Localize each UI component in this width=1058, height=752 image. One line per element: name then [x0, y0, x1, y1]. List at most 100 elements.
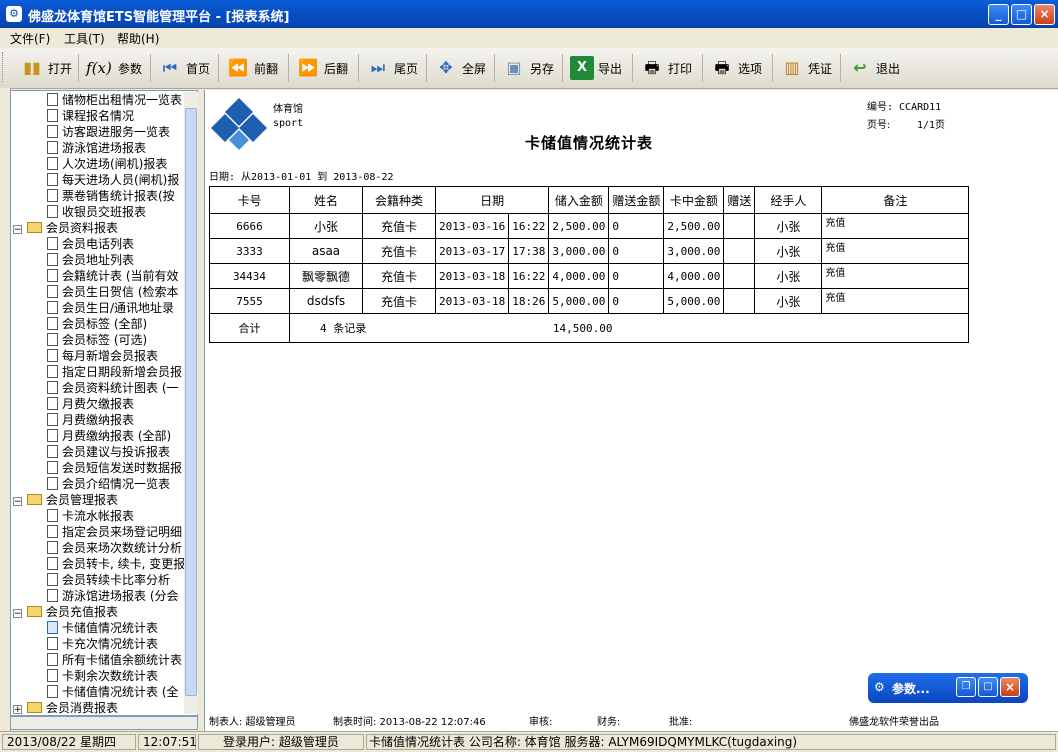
- tree-item[interactable]: 会员资料统计图表 (一: [47, 380, 179, 396]
- tree-item[interactable]: 会员标签 (全部): [47, 316, 147, 332]
- toolbar-separator: [772, 54, 773, 82]
- cell-gift: [723, 263, 756, 289]
- document-icon: [47, 541, 58, 554]
- tree-item[interactable]: 人次进场(闸机)报表: [47, 156, 167, 172]
- tree-item[interactable]: 会员生日/通讯地址录: [47, 300, 174, 316]
- menu-file[interactable]: 文件(F): [10, 30, 50, 47]
- tree-item[interactable]: 月费欠缴报表: [47, 396, 134, 412]
- cell-bonus: 0: [608, 288, 665, 314]
- tree-item[interactable]: 所有卡储值余额统计表: [47, 652, 182, 668]
- print-button[interactable]: 🖶 打印: [640, 52, 692, 84]
- tree-item[interactable]: 会员来场次数统计分析: [47, 540, 182, 556]
- tree-item[interactable]: 卡充次情况统计表: [47, 636, 158, 652]
- tree-item-label: 会员标签 (可选): [62, 333, 148, 347]
- save-as-icon: ▣: [506, 58, 522, 77]
- col-header: 日期: [434, 186, 550, 214]
- tree-item[interactable]: 会员电话列表: [47, 236, 134, 252]
- tree-item[interactable]: 会员转续卡比率分析: [47, 572, 170, 588]
- open-button[interactable]: ▮▮ 打开: [20, 52, 72, 84]
- params-popup[interactable]: ⚙ 参数... ❐ □ ×: [868, 673, 1028, 703]
- tree-item[interactable]: 会员短信发送时数据报: [47, 460, 182, 476]
- toolbar-separator: [218, 54, 219, 82]
- expand-icon[interactable]: +: [13, 705, 22, 715]
- tree-vertical-scrollbar[interactable]: [184, 92, 198, 714]
- book-icon: ▮▮: [23, 58, 41, 77]
- tree-item[interactable]: 月费缴纳报表 (全部): [47, 428, 171, 444]
- document-icon: [47, 253, 58, 266]
- tree-item[interactable]: 每月新增会员报表: [47, 348, 158, 364]
- first-page-button[interactable]: ⏮ 首页: [158, 52, 210, 84]
- tree-item[interactable]: 指定日期段新增会员报: [47, 364, 182, 380]
- tree-item-label: 会籍统计表 (当前有效: [62, 269, 179, 283]
- collapse-icon[interactable]: −: [13, 225, 22, 235]
- tree-horizontal-scrollbar[interactable]: [10, 716, 198, 730]
- maximize-button[interactable]: □: [1011, 4, 1032, 25]
- tree-item[interactable]: 卡储值情况统计表: [47, 620, 159, 636]
- tree-item[interactable]: 会员建议与投诉报表: [47, 444, 170, 460]
- tree-folder[interactable]: − 会员充值报表: [13, 604, 118, 620]
- collapse-icon[interactable]: −: [13, 497, 22, 507]
- exit-button[interactable]: ↩ 退出: [848, 52, 900, 84]
- options-button[interactable]: 🖶 选项: [710, 52, 762, 84]
- tree-item[interactable]: 会员标签 (可选): [47, 332, 147, 348]
- tree-item[interactable]: 指定会员来场登记明细: [47, 524, 182, 540]
- next-page-button[interactable]: ⏩ 后翻: [296, 52, 348, 84]
- save-as-button[interactable]: ▣ 另存: [502, 52, 554, 84]
- last-page-button[interactable]: ⏭ 尾页: [366, 52, 418, 84]
- menu-tools[interactable]: 工具(T): [64, 30, 105, 47]
- voucher-button[interactable]: ▥ 凭证: [780, 52, 832, 84]
- tree-item[interactable]: 会籍统计表 (当前有效: [47, 268, 179, 284]
- tree-item[interactable]: 访客跟进服务一览表: [47, 124, 170, 140]
- cell-note: 充值: [821, 213, 970, 239]
- tree-item[interactable]: 会员地址列表: [47, 252, 134, 268]
- col-header: 卡号: [209, 186, 290, 214]
- tree-item-label: 所有卡储值余额统计表: [62, 653, 183, 667]
- col-header: 姓名: [289, 186, 363, 214]
- tree-item[interactable]: 票卷销售统计报表(按: [47, 188, 175, 204]
- minimize-button[interactable]: _: [988, 4, 1009, 25]
- tree-item[interactable]: 课程报名情况: [47, 108, 134, 124]
- tree-item[interactable]: 会员生日贺信 (检索本: [47, 284, 179, 300]
- restore-button[interactable]: ❐: [956, 677, 976, 697]
- tree-folder[interactable]: − 会员资料报表: [13, 220, 118, 236]
- page-number: 1/1页: [917, 120, 946, 131]
- tree-item[interactable]: 卡流水帐报表: [47, 508, 134, 524]
- tree-item[interactable]: 卡剩余次数统计表: [47, 668, 158, 684]
- prev-page-button[interactable]: ⏪ 前翻: [226, 52, 278, 84]
- tree-folder[interactable]: + 会员消费报表: [13, 700, 118, 715]
- tree-item[interactable]: 会员转卡, 续卡, 变更报: [47, 556, 185, 572]
- tree-item-label: 储物柜出租情况一览表: [62, 93, 183, 107]
- document-icon: [47, 237, 58, 250]
- toolbar-separator: [150, 54, 151, 82]
- close-button[interactable]: ×: [1000, 677, 1020, 697]
- total-label: 合计: [209, 313, 290, 343]
- params-button[interactable]: f(x) 参数: [84, 52, 142, 84]
- maximize-button[interactable]: □: [978, 677, 998, 697]
- cell-date: 2013-03-17: [434, 238, 510, 264]
- tree-item[interactable]: 收银员交班报表: [47, 204, 146, 220]
- cell-note: 充值: [821, 263, 970, 289]
- tree-item[interactable]: 游泳馆进场报表 (分会: [47, 588, 179, 604]
- tree-item[interactable]: 卡储值情况统计表 (全: [47, 684, 179, 700]
- cell-name: asaa: [289, 238, 363, 264]
- collapse-icon[interactable]: −: [13, 609, 22, 619]
- toolbar-separator: [562, 54, 563, 82]
- report-preview: 体育馆 sport 卡储值情况统计表 编号: CCARD11 页号: 1/1页 …: [204, 90, 1058, 731]
- first-page-icon: ⏮: [162, 58, 178, 77]
- export-button[interactable]: X 导出: [570, 52, 622, 84]
- tree-item-label: 票卷销售统计报表(按: [62, 189, 175, 203]
- tree-item-label: 会员电话列表: [62, 237, 135, 251]
- tree-item[interactable]: 会员介绍情况一览表: [47, 476, 170, 492]
- fullscreen-button[interactable]: ✥ 全屏: [434, 52, 486, 84]
- close-button[interactable]: ×: [1034, 4, 1055, 25]
- cell-name: 飘零飘德: [289, 263, 363, 289]
- tree-folder[interactable]: − 会员管理报表: [13, 492, 118, 508]
- scrollbar-thumb[interactable]: [185, 108, 197, 696]
- tree-item[interactable]: 月费缴纳报表: [47, 412, 134, 428]
- menu-help[interactable]: 帮助(H): [117, 30, 159, 47]
- tree-item[interactable]: 储物柜出租情况一览表: [47, 92, 182, 108]
- tree-item[interactable]: 游泳馆进场报表: [47, 140, 146, 156]
- toolbar-grip[interactable]: [2, 52, 7, 82]
- col-header: 赠送金额: [608, 186, 665, 214]
- tree-item[interactable]: 每天进场人员(闸机)报: [47, 172, 179, 188]
